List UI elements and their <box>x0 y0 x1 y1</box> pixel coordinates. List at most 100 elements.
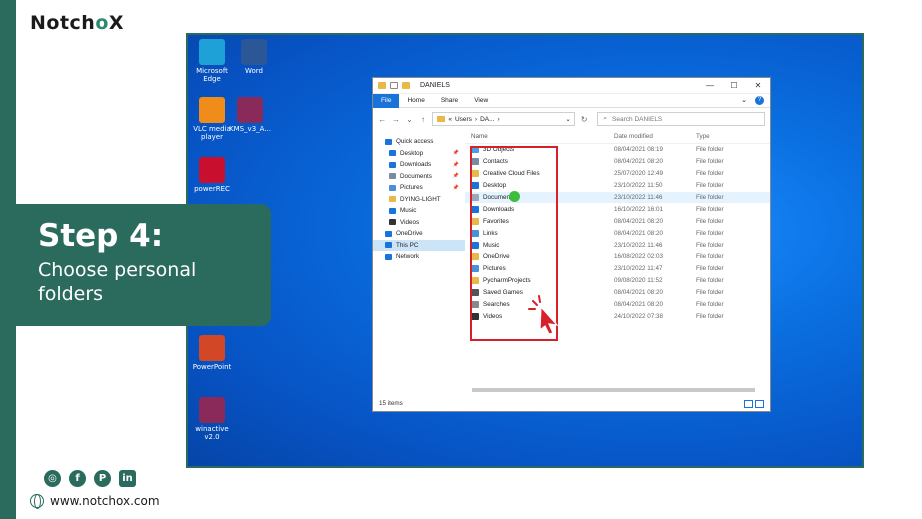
nav-item[interactable]: This PC <box>373 239 465 251</box>
desktop-shortcut-label: PowerPoint <box>192 363 232 371</box>
address-bar[interactable]: « Users › DA... › ⌄ <box>432 112 575 126</box>
nav-item-label: Downloads <box>400 161 432 169</box>
search-placeholder: Search DANIELS <box>612 115 663 123</box>
ribbon-tab-file[interactable]: File <box>373 93 400 108</box>
forward-arrow-icon[interactable]: → <box>392 115 401 124</box>
recent-chevron-icon[interactable]: ⌄ <box>405 115 414 124</box>
desktop-shortcut[interactable]: Word <box>232 39 276 75</box>
refresh-icon[interactable]: ↻ <box>580 115 589 124</box>
file-type: File folder <box>696 265 724 273</box>
record-icon <box>199 157 225 183</box>
nav-item[interactable]: Quick access <box>373 136 465 148</box>
desktop-shortcut[interactable]: PowerPoint <box>190 335 234 371</box>
view-toggles <box>744 400 764 408</box>
nav-item-label: Music <box>400 207 417 215</box>
facebook-icon[interactable]: f <box>69 470 86 487</box>
file-type: File folder <box>696 217 724 225</box>
file-type: File folder <box>696 277 724 285</box>
file-date: 23/10/2022 11:50 <box>614 182 663 190</box>
column-name[interactable]: Name <box>465 133 614 140</box>
search-box[interactable]: ⌕ Search DANIELS <box>597 112 765 126</box>
file-type: File folder <box>696 182 724 190</box>
desktop-shortcut-label: powerREC <box>194 185 230 193</box>
step-title: Step 4: <box>38 218 164 254</box>
website-url[interactable]: www.notchox.com <box>50 494 160 508</box>
nav-item-label: Network <box>396 253 420 261</box>
column-type[interactable]: Type <box>696 133 710 140</box>
close-button[interactable]: ✕ <box>746 81 770 90</box>
folder-icon <box>378 82 386 89</box>
horizontal-scrollbar[interactable] <box>466 387 766 393</box>
cloud-icon <box>385 230 392 237</box>
nav-item-label: Desktop <box>400 149 424 157</box>
nav-item[interactable]: Videos <box>373 217 465 229</box>
ribbon-tab-share[interactable]: Share <box>433 94 466 108</box>
file-date: 16/08/2022 02:03 <box>614 253 664 261</box>
desktop-shortcut-label: Microsoft Edge <box>196 67 228 83</box>
address-overflow: « <box>448 115 452 123</box>
file-date: 23/10/2022 11:47 <box>614 265 663 273</box>
up-arrow-icon[interactable]: ↑ <box>419 115 428 124</box>
file-type: File folder <box>696 289 724 297</box>
help-icon[interactable]: ? <box>755 96 764 105</box>
navigation-pane: Quick access Desktop 📌 Downloads 📌 Documents 📌… <box>373 130 465 388</box>
nav-item[interactable]: Desktop 📌 <box>373 148 465 160</box>
ribbon-tab-view[interactable]: View <box>466 94 496 108</box>
address-part[interactable]: Users <box>455 116 472 123</box>
logo-text-suffix: X <box>108 12 125 34</box>
vlc-icon <box>199 97 225 123</box>
nav-item-label: OneDrive <box>396 230 423 238</box>
back-arrow-icon[interactable]: ← <box>378 115 387 124</box>
desktop-shortcut[interactable]: powerREC <box>190 157 234 193</box>
desktop-shortcut[interactable]: winactive v2.0 <box>190 397 234 441</box>
file-type: File folder <box>696 170 724 178</box>
column-headers: Name Date modified Type <box>465 130 770 144</box>
slide: NotchoX Microsoft Edge Word VLC media play… <box>0 0 922 519</box>
file-date: 24/10/2022 07:38 <box>614 312 664 320</box>
pin-icon: 📌 <box>452 161 459 168</box>
desktop-shortcut-label: winactive v2.0 <box>195 425 229 441</box>
scrollbar-thumb[interactable] <box>472 388 755 392</box>
nav-item[interactable]: Documents 📌 <box>373 171 465 183</box>
checkbox-icon[interactable] <box>390 82 398 89</box>
ribbon-tab-home[interactable]: Home <box>399 94 432 108</box>
linkedin-icon[interactable]: in <box>119 470 136 487</box>
nav-item[interactable]: DYING-LIGHT <box>373 194 465 206</box>
logo-text-accent: o <box>95 12 109 34</box>
nav-item[interactable]: Downloads 📌 <box>373 159 465 171</box>
address-part[interactable]: DA... <box>480 116 494 123</box>
desktop-shortcut[interactable]: Microsoft Edge <box>190 39 234 83</box>
winrar-icon <box>199 397 225 423</box>
address-row: ← → ⌄ ↑ « Users › DA... › ⌄ ↻ ⌕ Search D… <box>373 108 770 130</box>
title-bar: DANIELS — ☐ ✕ <box>373 78 770 94</box>
chevron-down-icon[interactable]: ⌄ <box>741 96 747 105</box>
tiles-view-icon[interactable] <box>755 400 764 408</box>
website-link[interactable]: www.notchox.com <box>30 494 160 509</box>
nav-item[interactable]: Music <box>373 205 465 217</box>
nav-item[interactable]: Pictures 📌 <box>373 182 465 194</box>
pin-icon: 📌 <box>452 173 459 180</box>
powerpoint-icon <box>199 335 225 361</box>
instagram-icon[interactable]: ◎ <box>44 470 61 487</box>
music-icon <box>389 207 396 214</box>
nav-item-label: Documents <box>400 172 432 180</box>
file-type: File folder <box>696 205 724 213</box>
nav-item[interactable]: Network <box>373 251 465 263</box>
window-title: DANIELS <box>420 82 450 89</box>
file-type: File folder <box>696 158 724 166</box>
desktop-shortcut[interactable]: KMS_v3_A... <box>228 97 272 133</box>
minimize-button[interactable]: — <box>698 81 722 90</box>
logo-text-prefix: Notch <box>30 12 96 34</box>
details-view-icon[interactable] <box>744 400 753 408</box>
pin-icon: 📌 <box>452 150 459 157</box>
file-date: 08/04/2021 08:20 <box>614 217 664 225</box>
column-date-modified[interactable]: Date modified <box>614 133 696 140</box>
maximize-button[interactable]: ☐ <box>722 81 746 90</box>
address-dropdown-icon[interactable]: ⌄ <box>565 115 570 123</box>
nav-item[interactable]: OneDrive <box>373 228 465 240</box>
ribbon: File Home Share View ⌄? <box>373 93 770 108</box>
step-card: Step 4: Choose personal folders <box>16 204 271 326</box>
edge-icon <box>199 39 225 65</box>
pinterest-icon[interactable]: P <box>94 470 111 487</box>
file-date: 09/08/2020 11:52 <box>614 277 663 285</box>
